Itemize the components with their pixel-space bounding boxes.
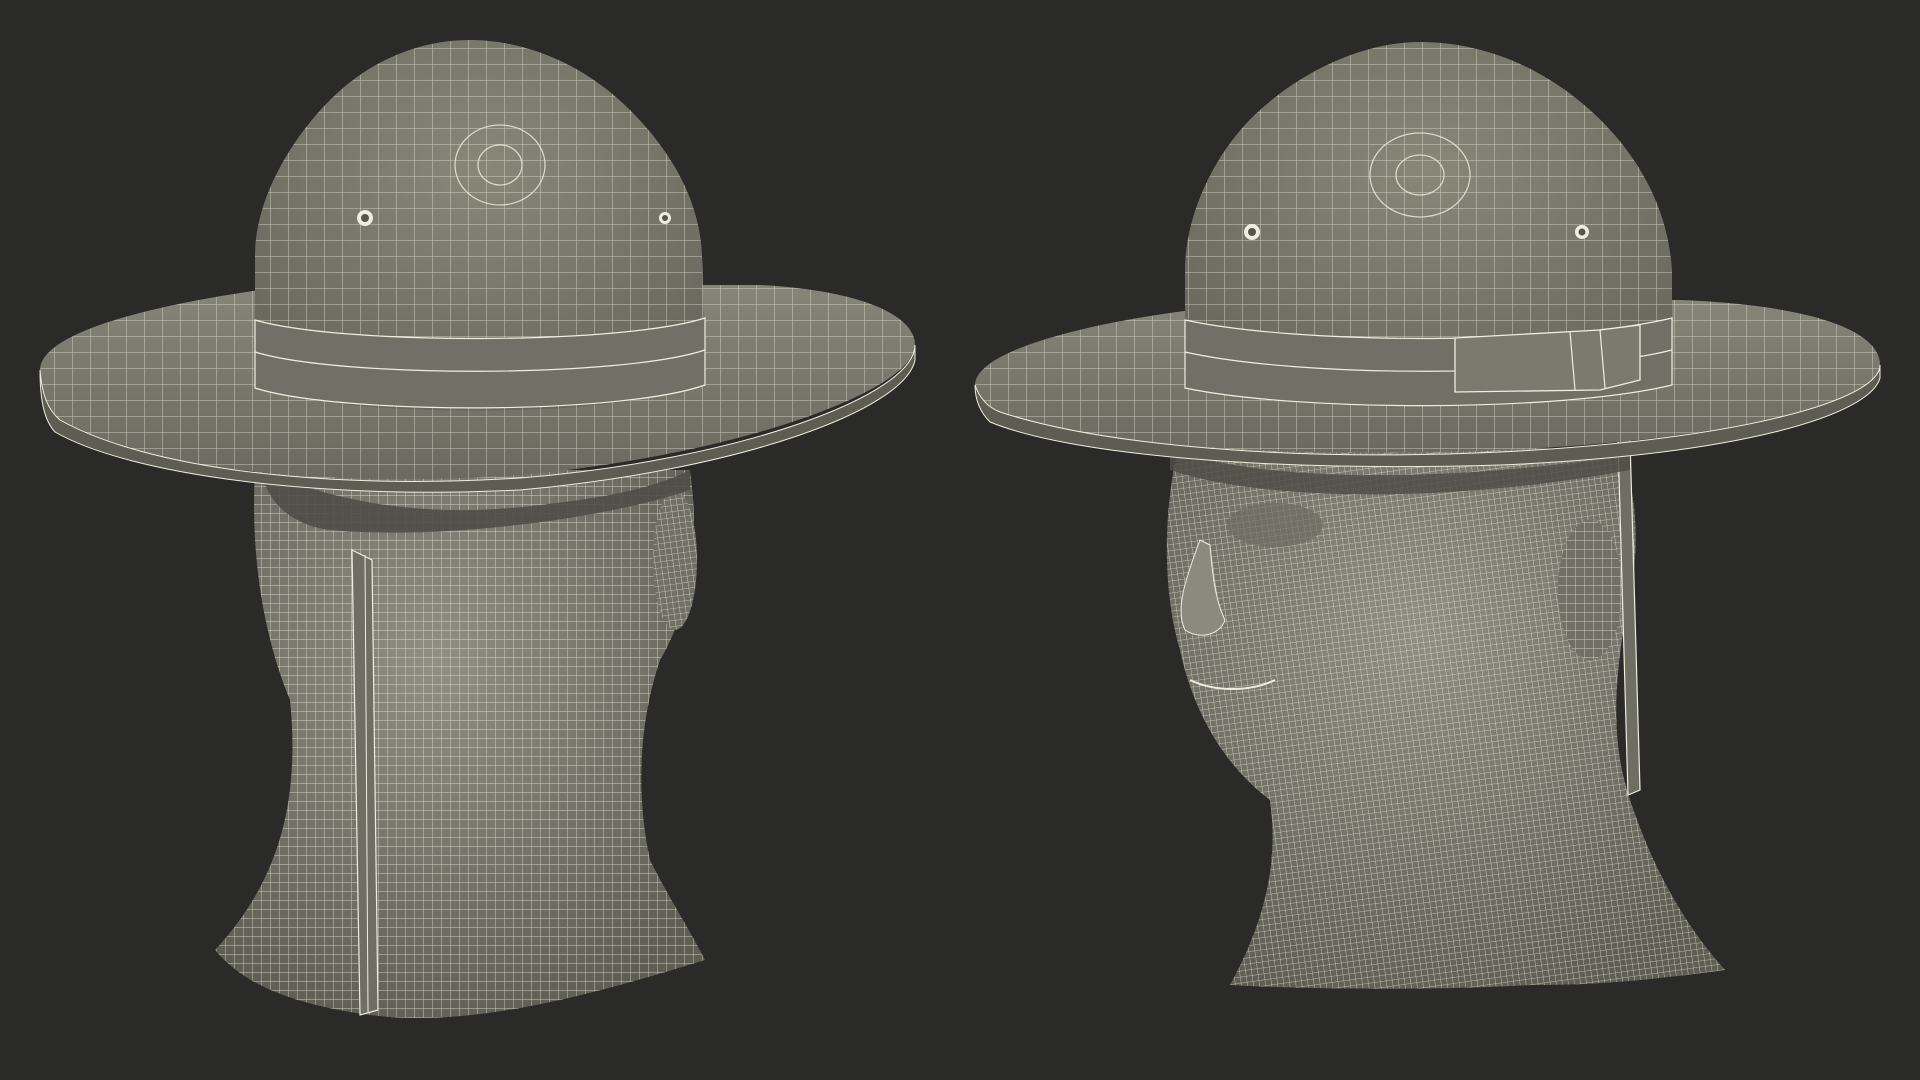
wireframe-render-viewport [0,0,1920,1080]
eye [1227,503,1323,547]
